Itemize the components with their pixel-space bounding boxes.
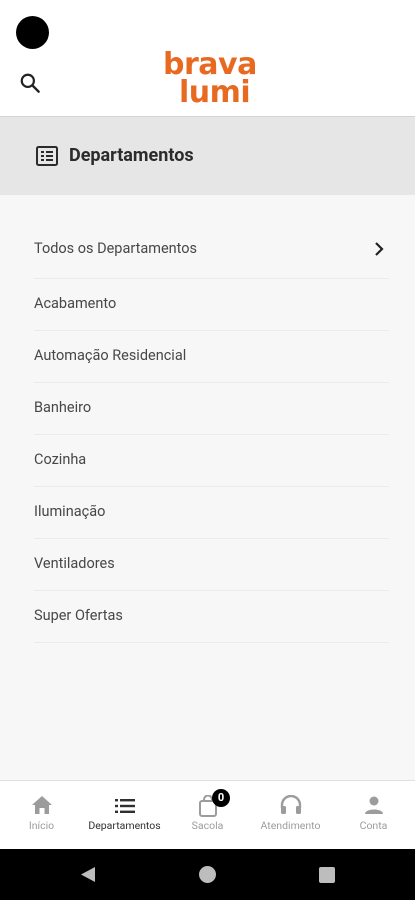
list-item-todos-departamentos[interactable]: Todos os Departamentos: [34, 224, 389, 279]
nav-tab-sacola[interactable]: 0 Sacola: [166, 781, 249, 850]
home-icon: [31, 796, 52, 814]
home-circle-icon[interactable]: [199, 866, 216, 883]
search-button[interactable]: [17, 70, 43, 96]
departments-title-bar: Departamentos: [0, 116, 415, 195]
list-item-label: Super Ofertas: [34, 607, 123, 624]
nav-label: Atendimento: [260, 819, 321, 832]
nav-tab-inicio[interactable]: Início: [0, 781, 83, 850]
department-list: Todos os Departamentos Acabamento Automa…: [0, 224, 415, 643]
bag-count-badge: 0: [212, 789, 230, 807]
recent-apps-icon[interactable]: [319, 867, 335, 883]
person-icon: [364, 796, 383, 814]
list-item-ventiladores[interactable]: Ventiladores: [34, 539, 389, 591]
list-icon: [114, 799, 135, 813]
list-item-label: Automação Residencial: [34, 347, 187, 364]
list-item-label: Banheiro: [34, 399, 92, 416]
list-item-iluminacao[interactable]: Iluminação: [34, 487, 389, 539]
headset-icon: [280, 795, 301, 814]
back-icon[interactable]: [80, 866, 96, 883]
nav-tab-departamentos[interactable]: Departamentos: [83, 781, 166, 850]
nav-tab-atendimento[interactable]: Atendimento: [249, 781, 332, 850]
bottom-navigation: Início Departamentos 0 Sacola Atendiment…: [0, 780, 415, 850]
nav-label: Departamentos: [88, 819, 161, 832]
list-item-label: Acabamento: [34, 295, 117, 312]
list-item-banheiro[interactable]: Banheiro: [34, 383, 389, 435]
list-item-label: Ventiladores: [34, 555, 115, 572]
list-item-label: Iluminação: [34, 503, 106, 520]
list-item-label: Cozinha: [34, 451, 87, 468]
logo-word-lumi: lumi: [179, 75, 251, 110]
page-title: Departamentos: [69, 145, 194, 166]
list-item-label: Todos os Departamentos: [34, 240, 197, 257]
camera-cutout: [16, 16, 49, 49]
list-alt-icon: [36, 146, 58, 166]
search-icon: [20, 73, 40, 93]
list-item-automacao-residencial[interactable]: Automação Residencial: [34, 331, 389, 383]
list-item-super-ofertas[interactable]: Super Ofertas: [34, 591, 389, 643]
bravalumi-logo[interactable]: brava lumi: [160, 50, 260, 112]
system-navigation-bar: [0, 849, 415, 900]
list-item-acabamento[interactable]: Acabamento: [34, 279, 389, 331]
nav-tab-conta[interactable]: Conta: [332, 781, 415, 850]
nav-label: Conta: [359, 819, 388, 832]
app-header: brava lumi: [0, 0, 415, 116]
chevron-right-icon: [375, 242, 384, 256]
nav-label: Início: [28, 819, 55, 832]
list-item-cozinha[interactable]: Cozinha: [34, 435, 389, 487]
nav-label: Sacola: [191, 819, 224, 832]
